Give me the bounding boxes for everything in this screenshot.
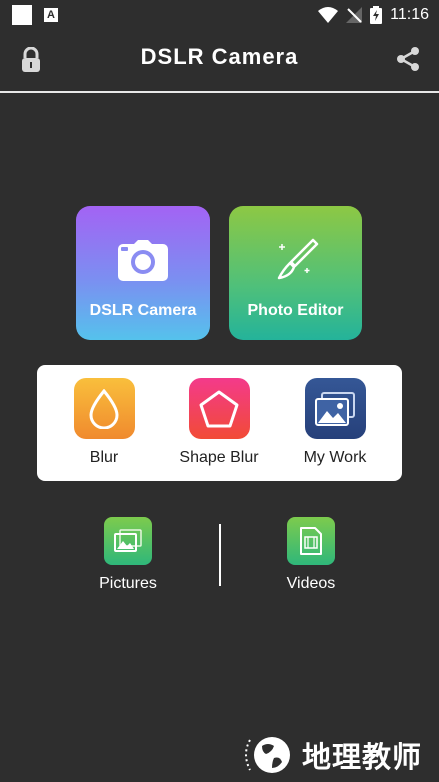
picture-icon	[114, 529, 142, 552]
pentagon-icon	[199, 390, 239, 427]
dslr-camera-label: DSLR Camera	[89, 302, 197, 319]
wifi-icon	[318, 7, 339, 23]
battery-charging-icon	[370, 6, 383, 24]
pictures-icon-tile	[104, 517, 152, 565]
watermark: 地理教师	[238, 732, 422, 778]
no-signal-icon	[346, 7, 363, 23]
blur-icon-tile	[73, 378, 135, 439]
pictures-label: Pictures	[99, 575, 157, 592]
status-time: 11:16	[390, 6, 429, 23]
my-work-tool[interactable]: My Work	[285, 378, 385, 467]
drop-icon	[89, 388, 119, 429]
videos-icon-tile	[287, 517, 335, 565]
media-divider	[219, 524, 221, 586]
photo-editor-label: Photo Editor	[247, 302, 344, 319]
globe-logo-icon	[245, 737, 290, 773]
app-title: DSLR Camera	[140, 44, 299, 69]
blur-label: Blur	[89, 449, 119, 466]
gallery-icon	[315, 391, 355, 426]
notification-icon	[12, 5, 32, 25]
dslr-camera-card[interactable]: DSLR Camera	[76, 206, 210, 340]
my-work-label: My Work	[303, 449, 367, 466]
shape-blur-label: Shape Blur	[179, 449, 259, 466]
app-bar-divider	[0, 91, 439, 93]
status-bar: A 11:16	[0, 0, 439, 30]
videos-label: Videos	[286, 575, 336, 592]
app-notification-icon: A	[44, 8, 58, 22]
pictures-button[interactable]: Pictures	[78, 517, 178, 593]
watermark-text: 地理教师	[302, 740, 423, 774]
app-bar: DSLR Camera	[0, 30, 439, 90]
video-file-icon	[300, 527, 322, 555]
shape-blur-tool[interactable]: Shape Blur	[169, 378, 269, 467]
share-icon	[397, 47, 419, 71]
shape-blur-icon-tile	[188, 378, 250, 439]
photo-editor-card[interactable]: Photo Editor	[229, 206, 362, 340]
tools-panel: Blur Shape Blur My Work	[37, 365, 402, 481]
share-button[interactable]	[395, 46, 421, 77]
paintbrush-icon	[277, 238, 318, 280]
camera-icon	[118, 240, 168, 281]
blur-tool[interactable]: Blur	[54, 378, 154, 467]
my-work-icon-tile	[304, 378, 366, 439]
videos-button[interactable]: Videos	[261, 517, 361, 593]
